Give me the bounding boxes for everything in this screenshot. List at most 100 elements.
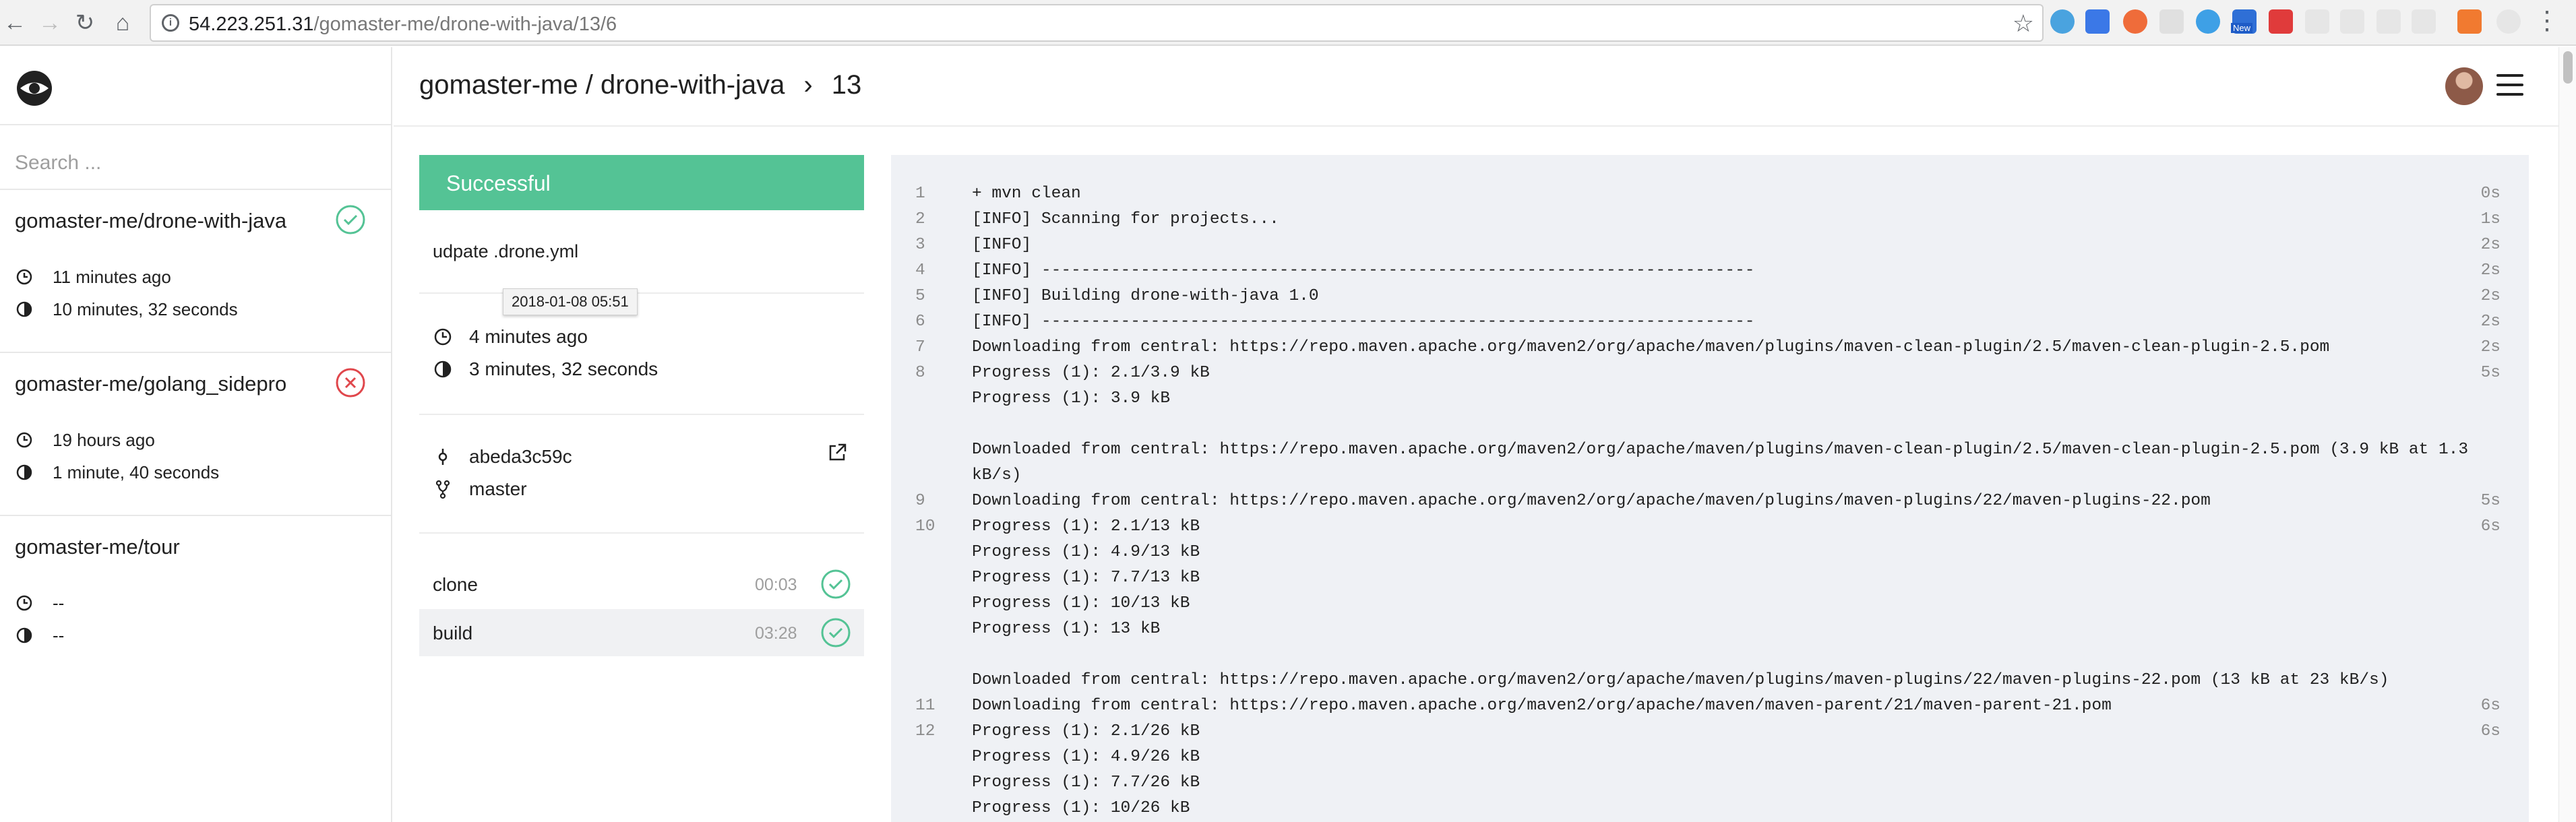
extension-icon[interactable]	[2050, 9, 2075, 34]
extension-icon[interactable]	[2305, 9, 2329, 34]
log-line-text: [INFO] Building drone-with-java 1.0	[972, 287, 1319, 305]
commit-message: udpate .drone.yml	[433, 241, 579, 261]
url-text[interactable]: 54.223.251.31/gomaster-me/drone-with-jav…	[189, 13, 617, 36]
timer-icon	[16, 464, 32, 480]
repo-name: gomaster-me/tour	[15, 535, 180, 559]
search-input[interactable]	[15, 143, 379, 183]
avatar[interactable]	[2445, 67, 2483, 105]
twitter-extension-icon[interactable]	[2196, 9, 2220, 34]
log-line-text: [INFO] ---------------------------------…	[972, 313, 1755, 331]
log-line-number: 11	[915, 697, 936, 715]
log-line-number: 8	[915, 364, 925, 382]
arrow-right-icon[interactable]: →	[35, 8, 65, 38]
log-line: Progress (1): 13 kB	[891, 614, 2529, 640]
log-line: Progress (1): 10/13 kB	[891, 589, 2529, 614]
extension-icon[interactable]	[2412, 9, 2436, 34]
timer-icon	[16, 301, 32, 317]
log-line: 1 + mvn clean 0s	[891, 179, 2529, 205]
log-line: Progress (1): 4.9/13 kB	[891, 538, 2529, 563]
step-item-active[interactable]: build 03:28	[419, 609, 864, 656]
clock-icon	[16, 595, 32, 611]
branch: master	[433, 477, 527, 500]
open-external-icon[interactable]	[826, 441, 849, 464]
chevron-right-icon: ›	[803, 70, 813, 100]
log-line-text: Progress (1): 4.9/26 kB	[972, 748, 1200, 766]
extension-icon[interactable]	[2340, 9, 2364, 34]
breadcrumb-build-number[interactable]: 13	[832, 70, 862, 100]
log-line-text: Progress (1): 4.9/13 kB	[972, 543, 1200, 561]
log-line: 9 Downloading from central: https://repo.…	[891, 486, 2529, 512]
log-line-text: Progress (1): 2.1/13 kB	[972, 517, 1200, 536]
more-vert-icon[interactable]: ⋮	[2534, 5, 2560, 36]
step-name: clone	[433, 574, 478, 595]
log-line-text: Downloading from central: https://repo.m…	[972, 697, 2112, 715]
step-duration: 00:03	[755, 575, 797, 594]
step-item[interactable]: clone 00:03	[419, 561, 864, 608]
commit-sha[interactable]: abeda3c59c	[433, 445, 572, 468]
scrollbar[interactable]	[2558, 47, 2576, 822]
log-line-text: + mvn clean	[972, 185, 1081, 203]
log-line: 4 [INFO] --------------------------------…	[891, 256, 2529, 282]
menu-icon[interactable]	[2496, 74, 2523, 97]
extension-icon[interactable]	[2123, 9, 2147, 34]
build-duration: 3 minutes, 32 seconds	[433, 357, 658, 380]
started-text: --	[53, 592, 65, 613]
log-line-text: Downloaded from central: https://repo.ma…	[972, 671, 2389, 689]
step-name: build	[433, 623, 473, 643]
new-badge: New	[2231, 23, 2253, 33]
log-line-text: Progress (1): 10/26 kB	[972, 799, 1190, 817]
success-icon	[821, 569, 851, 599]
repo-item[interactable]: gomaster-me/golang_sidepro 19 hours ago …	[0, 353, 391, 515]
log-line-number: 12	[915, 722, 936, 740]
star-icon[interactable]: ☆	[2013, 9, 2034, 38]
log-line-text: Downloading from central: https://repo.m…	[972, 492, 2211, 510]
repo-item[interactable]: gomaster-me/tour -- --	[0, 516, 391, 678]
log-line-text: Progress (1): 13 kB	[972, 620, 1161, 638]
log-line: Downloaded from central: https://repo.ma…	[891, 666, 2529, 691]
timer-icon	[434, 360, 452, 377]
arrow-left-icon[interactable]: ←	[0, 8, 30, 38]
log-line: Downloaded from central: https://repo.ma…	[891, 435, 2529, 461]
info-icon[interactable]: i	[162, 14, 179, 32]
log-line-time: 2s	[2480, 261, 2501, 280]
extension-icon[interactable]	[2269, 9, 2293, 34]
log-line-time: 6s	[2480, 697, 2501, 715]
url-path: /gomaster-me/drone-with-java/13/6	[313, 13, 617, 35]
log-line-number: 10	[915, 517, 936, 536]
log-output[interactable]: 1 + mvn clean 0s 2 [INFO] Scanning for proje…	[891, 155, 2529, 822]
home-icon[interactable]: ⌂	[108, 8, 137, 38]
repo-item[interactable]: gomaster-me/drone-with-java 11 minutes a…	[0, 190, 391, 352]
gitlab-extension-icon[interactable]	[2457, 9, 2482, 34]
log-line: 2 [INFO] Scanning for projects... 1s	[891, 205, 2529, 230]
reload-icon[interactable]: ↻	[70, 8, 100, 38]
translate-extension-icon[interactable]	[2085, 9, 2110, 34]
log-line-time: 6s	[2480, 722, 2501, 740]
log-line-number: 7	[915, 338, 925, 356]
log-line: Progress (1): 4.9/26 kB	[891, 742, 2529, 768]
log-line-text: [INFO] Scanning for projects...	[972, 210, 1279, 228]
started-text: 19 hours ago	[53, 429, 155, 450]
new-extension-icon[interactable]: New	[2231, 9, 2257, 34]
extension-icon[interactable]	[2496, 9, 2521, 34]
extension-icon[interactable]	[2376, 9, 2401, 34]
extension-icon[interactable]	[2159, 9, 2184, 34]
log-line-number: 2	[915, 210, 925, 228]
address-bar[interactable]: i 54.223.251.31/gomaster-me/drone-with-j…	[150, 4, 2044, 42]
log-line-text: kB/s)	[972, 466, 1022, 484]
log-line-text: [INFO] ---------------------------------…	[972, 261, 1755, 280]
branch-icon	[435, 480, 450, 499]
log-line-time: 2s	[2480, 313, 2501, 331]
log-line-time: 2s	[2480, 236, 2501, 254]
drone-logo-icon[interactable]	[15, 69, 54, 108]
log-line: Progress (1): 7.7/13 kB	[891, 563, 2529, 589]
log-line: 5 [INFO] Building drone-with-java 1.0 2s	[891, 282, 2529, 307]
log-line: 3 [INFO] 2s	[891, 230, 2529, 256]
breadcrumb-repo[interactable]: gomaster-me / drone-with-java	[419, 70, 785, 100]
timer-icon	[16, 627, 32, 643]
log-line-number: 3	[915, 236, 925, 254]
page-header: gomaster-me / drone-with-java › 13	[394, 47, 2576, 127]
log-line: Progress (1): 7.7/26 kB	[891, 768, 2529, 794]
duration-text: --	[53, 625, 65, 645]
scrollbar-thumb[interactable]	[2563, 51, 2573, 84]
